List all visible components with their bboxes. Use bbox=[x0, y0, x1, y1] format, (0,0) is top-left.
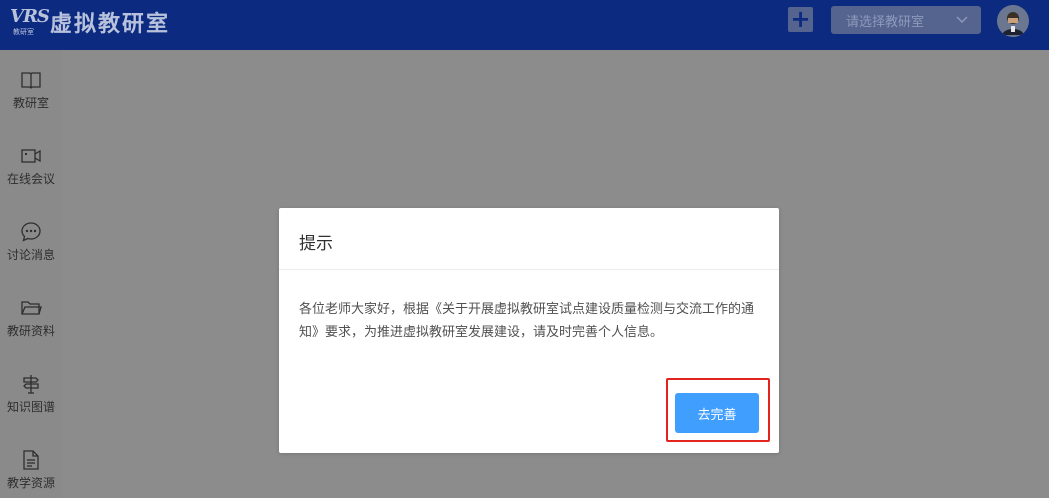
chevron-down-icon bbox=[956, 16, 968, 23]
video-camera-icon bbox=[21, 149, 41, 163]
avatar-icon bbox=[997, 5, 1029, 37]
document-icon bbox=[23, 450, 39, 470]
sidebar-item-discussion[interactable]: 讨论消息 bbox=[0, 210, 62, 270]
folder-icon bbox=[21, 301, 42, 315]
room-select[interactable]: 请选择教研室 bbox=[831, 6, 981, 34]
logo-mark-subtext: 教研室 bbox=[13, 28, 34, 36]
add-button[interactable]: + bbox=[788, 7, 813, 32]
book-icon bbox=[21, 72, 41, 89]
app-logo[interactable]: VRS 教研室 虚拟教研室 bbox=[10, 5, 170, 39]
sidebar-item-research-materials[interactable]: 教研资料 bbox=[0, 286, 62, 346]
sidebar-item-teaching-resources[interactable]: 教学资源 bbox=[0, 438, 62, 498]
chat-bubble-icon bbox=[21, 222, 41, 242]
sidebar: 教研室 在线会议 讨论消息 教研资料 知识图谱 教学资源 bbox=[0, 50, 62, 498]
app-window: VRS 教研室 虚拟教研室 + 请选择教研室 教研室 在线会议 讨论消息 教研资… bbox=[0, 0, 1049, 498]
top-bar: VRS 教研室 虚拟教研室 + 请选择教研室 bbox=[0, 0, 1049, 50]
sidebar-item-research-room[interactable]: 教研室 bbox=[0, 58, 62, 118]
user-avatar[interactable] bbox=[997, 5, 1029, 37]
sidebar-item-label: 教研资料 bbox=[6, 324, 55, 338]
plus-icon: + bbox=[790, 4, 811, 33]
app-title: 虚拟教研室 bbox=[50, 12, 171, 37]
sidebar-item-knowledge-graph[interactable]: 知识图谱 bbox=[0, 362, 62, 422]
dialog-header: 提示 bbox=[279, 208, 779, 270]
room-select-placeholder: 请选择教研室 bbox=[846, 14, 925, 30]
sidebar-item-label: 知识图谱 bbox=[6, 400, 55, 414]
sidebar-item-label: 在线会议 bbox=[6, 172, 55, 186]
complete-profile-button[interactable]: 去完善 bbox=[675, 393, 759, 433]
logo-mark-text: VRS bbox=[10, 6, 50, 27]
sidebar-item-label: 教研室 bbox=[12, 96, 49, 110]
dialog-title: 提示 bbox=[299, 234, 333, 254]
sidebar-item-online-meeting[interactable]: 在线会议 bbox=[0, 134, 62, 194]
sidebar-item-label: 教学资源 bbox=[6, 476, 55, 490]
signpost-icon bbox=[23, 375, 39, 394]
sidebar-item-label: 讨论消息 bbox=[6, 248, 55, 262]
logo-mark: VRS 教研室 bbox=[10, 6, 50, 38]
dialog-message: 各位老师大家好，根据《关于开展虚拟教研室试点建设质量检测与交流工作的通知》要求，… bbox=[299, 302, 755, 340]
